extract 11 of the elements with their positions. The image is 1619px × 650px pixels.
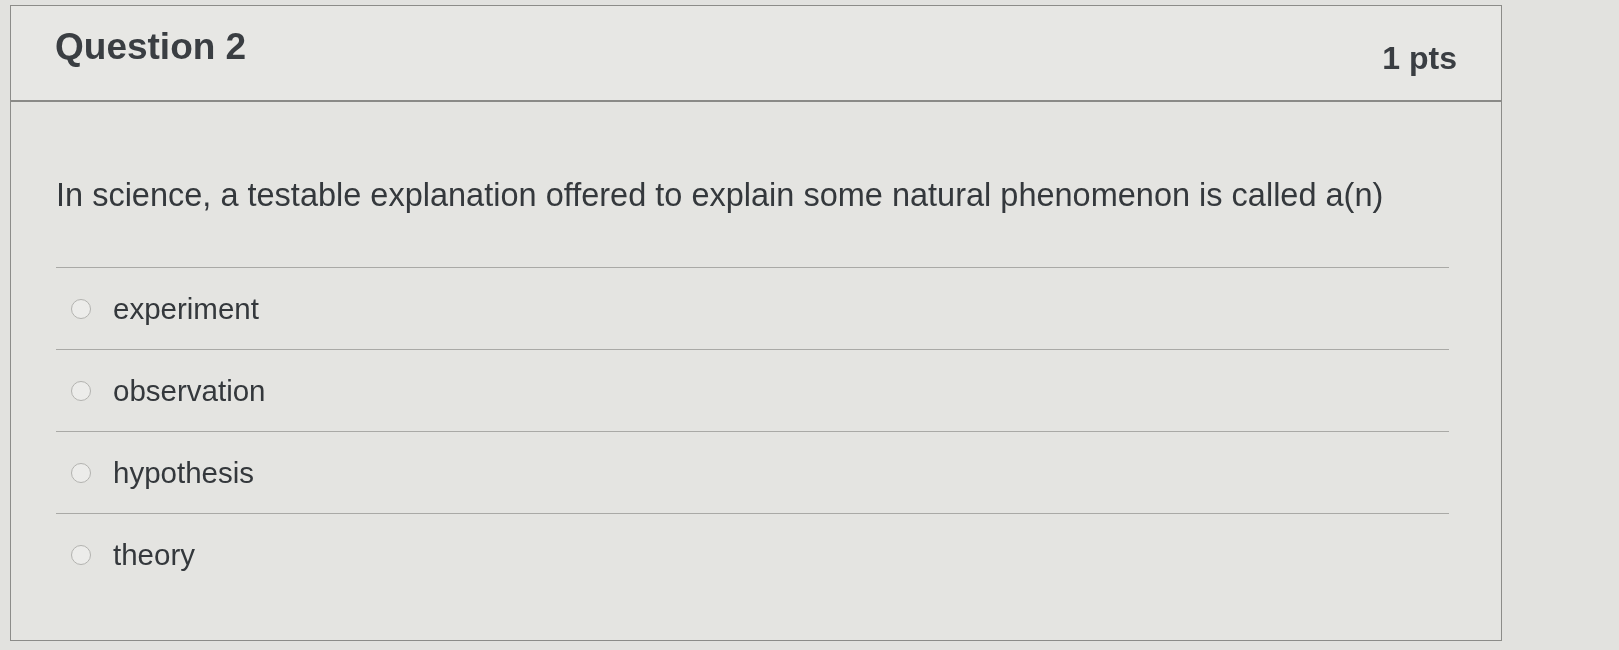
radio-button[interactable] (71, 380, 91, 401)
question-title: Question 2 (55, 26, 247, 68)
radio-button[interactable] (71, 544, 91, 565)
answer-option-label[interactable]: experiment (113, 291, 259, 326)
radio-button[interactable] (71, 462, 91, 483)
points-label: 1 pts (1382, 39, 1457, 78)
answer-option-label[interactable]: theory (113, 537, 195, 572)
answer-option-label[interactable]: observation (113, 373, 266, 408)
answer-option-label[interactable]: hypothesis (113, 455, 255, 490)
radio-button[interactable] (71, 298, 91, 319)
question-text: In science, a testable explanation offered to explain some natural phenomenon is called a(n) (56, 176, 1385, 214)
